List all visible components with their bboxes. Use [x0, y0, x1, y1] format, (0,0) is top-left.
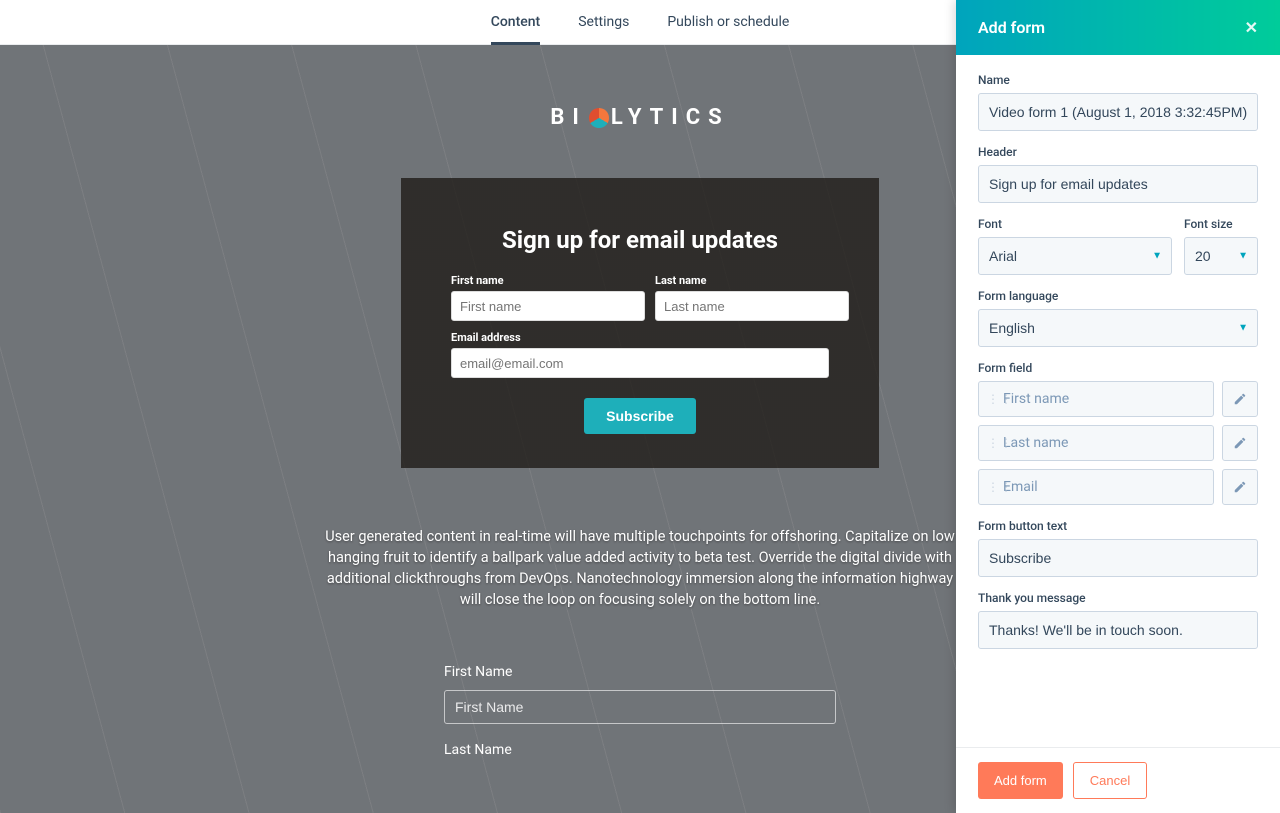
last-name-label: Last name [655, 274, 849, 287]
form-field-first[interactable]: ⋮⋮ First name [978, 381, 1214, 417]
form-field-email[interactable]: ⋮⋮ Email [978, 469, 1214, 505]
placeholder-paragraph: User generated content in real-time will… [320, 526, 960, 610]
lower-form: First Name Last Name [444, 664, 836, 768]
formfield-label: Form field [978, 361, 1258, 375]
fontsize-label: Font size [1184, 217, 1258, 231]
drag-handle-icon[interactable]: ⋮⋮ [987, 436, 1013, 450]
last-name-input[interactable] [655, 291, 849, 321]
font-label: Font [978, 217, 1172, 231]
language-label: Form language [978, 289, 1258, 303]
name-field[interactable] [978, 93, 1258, 131]
panel-title: Add form [978, 18, 1045, 37]
brand-text-right: LYTICS [611, 105, 730, 130]
add-form-panel: Add form ✕ Name Header Font ▼ Font size [956, 0, 1280, 813]
signup-card: Sign up for email updates First name Las… [401, 178, 879, 468]
thankyou-label: Thank you message [978, 591, 1258, 605]
panel-header: Add form ✕ [956, 0, 1280, 55]
cancel-button[interactable]: Cancel [1073, 762, 1147, 799]
name-label: Name [978, 73, 1258, 87]
form-field-row: ⋮⋮ First name [978, 381, 1258, 417]
edit-field-button[interactable] [1222, 425, 1258, 461]
tab-settings[interactable]: Settings [578, 0, 629, 45]
edit-field-button[interactable] [1222, 469, 1258, 505]
add-form-button[interactable]: Add form [978, 762, 1063, 799]
panel-body: Name Header Font ▼ Font size ▼ [956, 55, 1280, 747]
pencil-icon [1233, 392, 1247, 406]
font-select[interactable] [978, 237, 1172, 275]
first-name-input[interactable] [451, 291, 645, 321]
brand-text-left: BI [550, 105, 586, 130]
lower-last-label: Last Name [444, 742, 836, 758]
drag-handle-icon[interactable]: ⋮⋮ [987, 480, 1013, 494]
fontsize-select[interactable] [1184, 237, 1258, 275]
pencil-icon [1233, 480, 1247, 494]
email-input[interactable] [451, 348, 829, 378]
close-icon[interactable]: ✕ [1245, 18, 1258, 37]
pencil-icon [1233, 436, 1247, 450]
edit-field-button[interactable] [1222, 381, 1258, 417]
drag-handle-icon[interactable]: ⋮⋮ [987, 392, 1013, 406]
brand-circle-icon [589, 108, 609, 128]
tab-content[interactable]: Content [491, 0, 541, 45]
form-field-last[interactable]: ⋮⋮ Last name [978, 425, 1214, 461]
panel-footer: Add form Cancel [956, 747, 1280, 813]
buttontext-label: Form button text [978, 519, 1258, 533]
lower-first-input[interactable] [444, 690, 836, 724]
email-label: Email address [451, 331, 829, 344]
subscribe-button[interactable]: Subscribe [584, 398, 696, 434]
brand-logo: BI LYTICS [550, 105, 729, 130]
thankyou-field[interactable] [978, 611, 1258, 649]
buttontext-field[interactable] [978, 539, 1258, 577]
tab-publish[interactable]: Publish or schedule [667, 0, 789, 45]
header-field[interactable] [978, 165, 1258, 203]
form-field-row: ⋮⋮ Last name [978, 425, 1258, 461]
language-select[interactable] [978, 309, 1258, 347]
header-label: Header [978, 145, 1258, 159]
lower-first-label: First Name [444, 664, 836, 680]
first-name-label: First name [451, 274, 645, 287]
form-field-row: ⋮⋮ Email [978, 469, 1258, 505]
signup-title: Sign up for email updates [502, 226, 778, 254]
